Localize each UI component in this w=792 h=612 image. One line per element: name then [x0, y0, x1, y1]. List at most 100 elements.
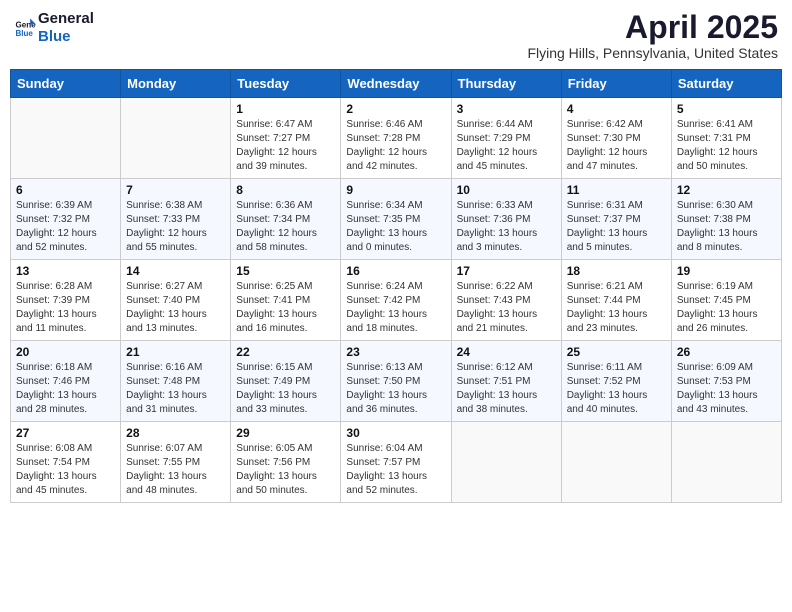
calendar-table: SundayMondayTuesdayWednesdayThursdayFrid…	[10, 69, 782, 503]
title-block: April 2025 Flying Hills, Pennsylvania, U…	[527, 10, 778, 61]
day-number: 11	[567, 183, 666, 197]
day-number: 30	[346, 426, 445, 440]
calendar-cell: 25 Sunrise: 6:11 AM Sunset: 7:52 PM Dayli…	[561, 341, 671, 422]
day-number: 23	[346, 345, 445, 359]
calendar-cell: 26 Sunrise: 6:09 AM Sunset: 7:53 PM Dayli…	[671, 341, 781, 422]
logo-text-blue: Blue	[38, 28, 94, 46]
calendar-cell: 4Sunrise: 6:42 AM Sunset: 7:30 PM Daylig…	[561, 98, 671, 179]
calendar-cell: 11 Sunrise: 6:31 AM Sunset: 7:37 PM Dayli…	[561, 179, 671, 260]
day-info: Sunrise: 6:19 AM Sunset: 7:45 PM Dayligh…	[677, 280, 776, 336]
day-number: 21	[126, 345, 225, 359]
day-info: Sunrise: 6:31 AM Sunset: 7:37 PM Dayligh…	[567, 199, 666, 255]
day-number: 28	[126, 426, 225, 440]
day-info: Sunrise: 6:42 AM Sunset: 7:30 PM Dayligh…	[567, 118, 666, 174]
calendar-cell: 29 Sunrise: 6:05 AM Sunset: 7:56 PM Dayli…	[231, 422, 341, 503]
logo: General Blue General Blue	[14, 10, 94, 46]
calendar-cell: 23 Sunrise: 6:13 AM Sunset: 7:50 PM Dayli…	[341, 341, 451, 422]
calendar-week-row: 1 Sunrise: 6:47 AM Sunset: 7:27 PM Daylig…	[11, 98, 782, 179]
calendar-cell: 27Sunrise: 6:08 AM Sunset: 7:54 PM Dayli…	[11, 422, 121, 503]
day-info: Sunrise: 6:46 AM Sunset: 7:28 PM Dayligh…	[346, 118, 445, 174]
day-number: 14	[126, 264, 225, 278]
calendar-cell: 17 Sunrise: 6:22 AM Sunset: 7:43 PM Dayli…	[451, 260, 561, 341]
day-info: Sunrise: 6:15 AM Sunset: 7:49 PM Dayligh…	[236, 361, 335, 417]
day-info: Sunrise: 6:44 AM Sunset: 7:29 PM Dayligh…	[457, 118, 556, 174]
logo-icon: General Blue	[14, 17, 36, 39]
day-header-tuesday: Tuesday	[231, 70, 341, 98]
day-info: Sunrise: 6:07 AM Sunset: 7:55 PM Dayligh…	[126, 442, 225, 498]
day-info: Sunrise: 6:36 AM Sunset: 7:34 PM Dayligh…	[236, 199, 335, 255]
calendar-cell: 22 Sunrise: 6:15 AM Sunset: 7:49 PM Dayli…	[231, 341, 341, 422]
calendar-cell: 15Sunrise: 6:25 AM Sunset: 7:41 PM Dayli…	[231, 260, 341, 341]
day-info: Sunrise: 6:34 AM Sunset: 7:35 PM Dayligh…	[346, 199, 445, 255]
day-info: Sunrise: 6:38 AM Sunset: 7:33 PM Dayligh…	[126, 199, 225, 255]
calendar-cell: 9Sunrise: 6:34 AM Sunset: 7:35 PM Daylig…	[341, 179, 451, 260]
calendar-cell: 16 Sunrise: 6:24 AM Sunset: 7:42 PM Dayli…	[341, 260, 451, 341]
day-info: Sunrise: 6:05 AM Sunset: 7:56 PM Dayligh…	[236, 442, 335, 498]
svg-text:Blue: Blue	[15, 29, 33, 38]
calendar-week-row: 13 Sunrise: 6:28 AM Sunset: 7:39 PM Dayli…	[11, 260, 782, 341]
day-info: Sunrise: 6:09 AM Sunset: 7:53 PM Dayligh…	[677, 361, 776, 417]
day-info: Sunrise: 6:30 AM Sunset: 7:38 PM Dayligh…	[677, 199, 776, 255]
day-number: 13	[16, 264, 115, 278]
day-info: Sunrise: 6:11 AM Sunset: 7:52 PM Dayligh…	[567, 361, 666, 417]
page-header: General Blue General Blue April 2025 Fly…	[10, 10, 782, 61]
logo-text-general: General	[38, 10, 94, 28]
calendar-cell	[671, 422, 781, 503]
location-title: Flying Hills, Pennsylvania, United State…	[527, 45, 778, 61]
day-number: 5	[677, 102, 776, 116]
calendar-cell: 28 Sunrise: 6:07 AM Sunset: 7:55 PM Dayli…	[121, 422, 231, 503]
calendar-cell: 13 Sunrise: 6:28 AM Sunset: 7:39 PM Dayli…	[11, 260, 121, 341]
calendar-cell: 21 Sunrise: 6:16 AM Sunset: 7:48 PM Dayli…	[121, 341, 231, 422]
calendar-cell: 1 Sunrise: 6:47 AM Sunset: 7:27 PM Daylig…	[231, 98, 341, 179]
day-number: 29	[236, 426, 335, 440]
day-header-saturday: Saturday	[671, 70, 781, 98]
day-number: 8	[236, 183, 335, 197]
day-header-thursday: Thursday	[451, 70, 561, 98]
day-info: Sunrise: 6:41 AM Sunset: 7:31 PM Dayligh…	[677, 118, 776, 174]
calendar-cell: 8 Sunrise: 6:36 AM Sunset: 7:34 PM Daylig…	[231, 179, 341, 260]
calendar-cell: 14Sunrise: 6:27 AM Sunset: 7:40 PM Dayli…	[121, 260, 231, 341]
day-number: 25	[567, 345, 666, 359]
day-header-sunday: Sunday	[11, 70, 121, 98]
day-info: Sunrise: 6:12 AM Sunset: 7:51 PM Dayligh…	[457, 361, 556, 417]
calendar-cell: 5 Sunrise: 6:41 AM Sunset: 7:31 PM Daylig…	[671, 98, 781, 179]
calendar-cell: 2Sunrise: 6:46 AM Sunset: 7:28 PM Daylig…	[341, 98, 451, 179]
day-info: Sunrise: 6:08 AM Sunset: 7:54 PM Dayligh…	[16, 442, 115, 498]
calendar-week-row: 6Sunrise: 6:39 AM Sunset: 7:32 PM Daylig…	[11, 179, 782, 260]
calendar-cell: 19Sunrise: 6:19 AM Sunset: 7:45 PM Dayli…	[671, 260, 781, 341]
day-number: 18	[567, 264, 666, 278]
day-info: Sunrise: 6:04 AM Sunset: 7:57 PM Dayligh…	[346, 442, 445, 498]
calendar-cell	[561, 422, 671, 503]
day-info: Sunrise: 6:16 AM Sunset: 7:48 PM Dayligh…	[126, 361, 225, 417]
day-number: 17	[457, 264, 556, 278]
calendar-cell: 7 Sunrise: 6:38 AM Sunset: 7:33 PM Daylig…	[121, 179, 231, 260]
day-number: 3	[457, 102, 556, 116]
day-number: 7	[126, 183, 225, 197]
day-number: 1	[236, 102, 335, 116]
calendar-week-row: 20Sunrise: 6:18 AM Sunset: 7:46 PM Dayli…	[11, 341, 782, 422]
day-info: Sunrise: 6:39 AM Sunset: 7:32 PM Dayligh…	[16, 199, 115, 255]
calendar-cell: 10 Sunrise: 6:33 AM Sunset: 7:36 PM Dayli…	[451, 179, 561, 260]
day-header-wednesday: Wednesday	[341, 70, 451, 98]
calendar-cell: 30 Sunrise: 6:04 AM Sunset: 7:57 PM Dayli…	[341, 422, 451, 503]
day-info: Sunrise: 6:47 AM Sunset: 7:27 PM Dayligh…	[236, 118, 335, 174]
calendar-cell	[451, 422, 561, 503]
day-info: Sunrise: 6:22 AM Sunset: 7:43 PM Dayligh…	[457, 280, 556, 336]
day-number: 26	[677, 345, 776, 359]
day-header-friday: Friday	[561, 70, 671, 98]
day-info: Sunrise: 6:18 AM Sunset: 7:46 PM Dayligh…	[16, 361, 115, 417]
day-info: Sunrise: 6:28 AM Sunset: 7:39 PM Dayligh…	[16, 280, 115, 336]
day-number: 15	[236, 264, 335, 278]
day-info: Sunrise: 6:24 AM Sunset: 7:42 PM Dayligh…	[346, 280, 445, 336]
day-number: 22	[236, 345, 335, 359]
calendar-cell: 20Sunrise: 6:18 AM Sunset: 7:46 PM Dayli…	[11, 341, 121, 422]
month-title: April 2025	[527, 10, 778, 45]
calendar-cell: 18Sunrise: 6:21 AM Sunset: 7:44 PM Dayli…	[561, 260, 671, 341]
day-number: 10	[457, 183, 556, 197]
day-number: 16	[346, 264, 445, 278]
calendar-week-row: 27Sunrise: 6:08 AM Sunset: 7:54 PM Dayli…	[11, 422, 782, 503]
day-header-monday: Monday	[121, 70, 231, 98]
day-info: Sunrise: 6:13 AM Sunset: 7:50 PM Dayligh…	[346, 361, 445, 417]
day-number: 24	[457, 345, 556, 359]
day-info: Sunrise: 6:33 AM Sunset: 7:36 PM Dayligh…	[457, 199, 556, 255]
